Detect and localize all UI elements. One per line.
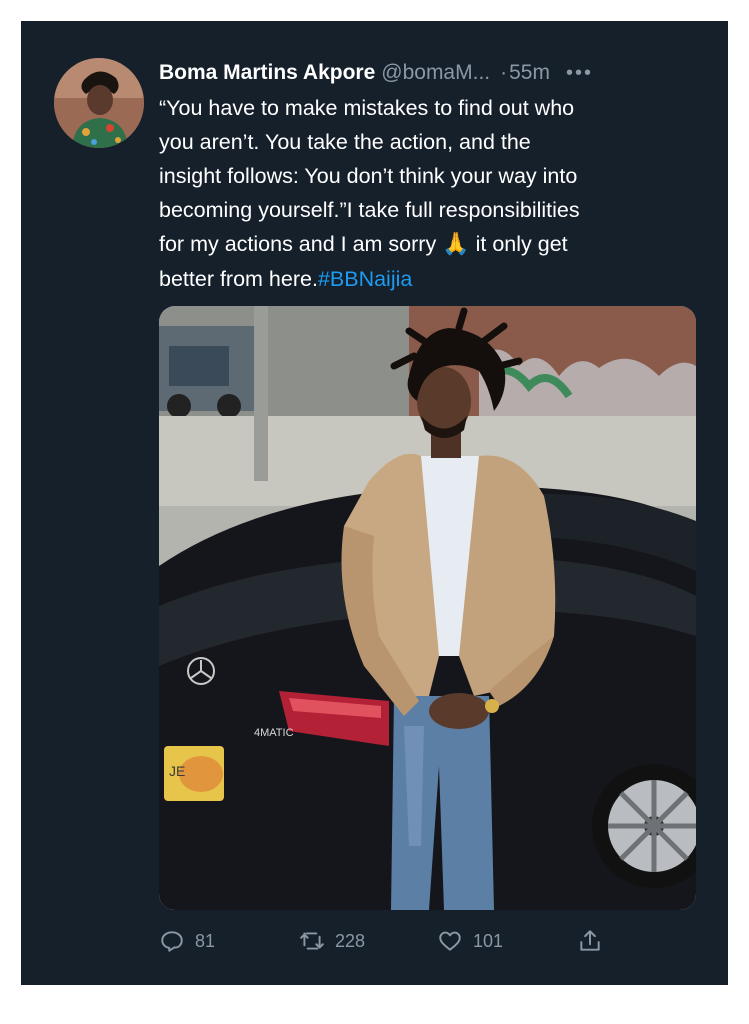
tweet-text-line: insight follows: You don’t think your wa… (159, 164, 578, 188)
retweet-count: 228 (335, 930, 366, 951)
share-icon (580, 930, 600, 951)
more-icon[interactable]: ••• (566, 62, 593, 85)
action-bar: 81 228 101 (159, 926, 704, 956)
license-plate: JE (169, 763, 185, 779)
tweet-card: Boma Martins Akpore @bomaM... · 55m ••• … (21, 21, 728, 985)
tweet-text-segment: better from here. (159, 267, 318, 291)
tweet-text-segment: it only get (475, 232, 568, 256)
tweet-text-segment: for my actions and I am sorry (159, 232, 437, 256)
reply-button[interactable]: 81 (159, 928, 215, 954)
folded-hands-emoji: 🙏 (442, 232, 470, 257)
car-badge: 4MATIC (254, 727, 294, 739)
like-button[interactable]: 101 (437, 928, 503, 954)
tweet-text-line: for my actions and I am sorry 🙏 it only ge… (159, 227, 704, 262)
timestamp[interactable]: 55m (509, 61, 550, 85)
hashtag-link[interactable]: #BBNaijia (318, 267, 412, 291)
reply-count: 81 (195, 930, 216, 951)
avatar[interactable] (54, 58, 144, 148)
reply-icon (161, 931, 183, 952)
author-name[interactable]: Boma Martins Akpore (159, 61, 375, 85)
retweet-button[interactable]: 228 (299, 928, 365, 954)
tweet-text-line: becoming yourself.”I take full responsib… (159, 198, 580, 222)
separator: · (500, 61, 508, 84)
tweet-text-line: “You have to make mistakes to find out w… (159, 96, 575, 120)
tweet-photo[interactable]: 4MATIC JE (159, 306, 696, 910)
tweet-text-line: you aren’t. You take the action, and the (159, 130, 531, 154)
like-count: 101 (473, 930, 504, 951)
heart-icon (439, 931, 461, 951)
tweet-text: “You have to make mistakes to find out w… (159, 91, 704, 296)
tweet-text-line: better from here.#BBNaijia (159, 262, 704, 296)
tweet-header: Boma Martins Akpore @bomaM... · 55m ••• (159, 57, 699, 89)
retweet-icon (300, 932, 324, 950)
share-button[interactable] (577, 928, 613, 954)
author-handle[interactable]: @bomaM... (381, 61, 490, 85)
